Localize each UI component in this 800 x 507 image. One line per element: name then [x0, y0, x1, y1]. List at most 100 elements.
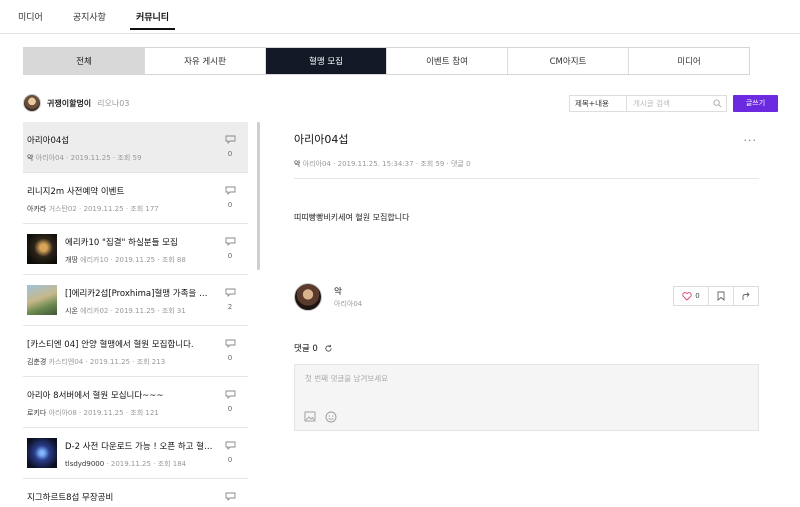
list-item[interactable]: [카스티엔 04] 안양 혈맹에서 혈원 모집합니다. 김춘경 카스티엔04 ·… — [23, 326, 248, 377]
post-views: 조회 121 — [130, 409, 159, 417]
post-views: 조회 59 — [117, 154, 142, 162]
bookmark-icon — [717, 291, 725, 301]
post-views: 조회 184 — [157, 460, 187, 468]
comment-count: 0 — [224, 441, 236, 464]
detail-views: 조회 59 — [420, 160, 445, 168]
comment-count: 0 — [224, 135, 236, 158]
comment-count: 2 — [224, 288, 236, 311]
post-actions: 0 — [673, 286, 759, 306]
post-meta: tlsdyd9000 · 2019.11.25 · 조회 184 — [65, 460, 187, 468]
tab-free-board[interactable]: 자유 게시판 — [145, 48, 266, 74]
post-title: []에리카2섭[Proxhima]혈맹 가족을 모집합니다 — [65, 289, 215, 299]
comment-header-label: 댓글 0 — [294, 344, 318, 354]
list-item[interactable]: []에리카2섭[Proxhima]혈맹 가족을 모집합니다 시온 에리카02 ·… — [23, 275, 248, 326]
heart-icon — [682, 291, 692, 301]
comment-icon — [225, 288, 235, 298]
comment-count: 0 — [224, 390, 236, 413]
post-author: 악 — [27, 154, 34, 162]
comment-count: 0 — [224, 339, 236, 362]
search-icon[interactable] — [713, 98, 722, 108]
post-server: 에리카10 — [80, 256, 109, 264]
emoji-icon[interactable] — [325, 411, 337, 423]
comment-icon — [225, 441, 235, 451]
tab-media[interactable]: 미디어 — [629, 48, 749, 74]
comment-count — [224, 492, 236, 504]
list-scrollbar[interactable] — [257, 122, 260, 270]
tab-all[interactable]: 전체 — [24, 48, 145, 74]
nav-tab-media[interactable]: 미디어 — [18, 0, 43, 33]
search-placeholder: 게시글 검색 — [633, 98, 670, 108]
comment-icon — [225, 339, 235, 349]
detail-server: 아리아04 — [302, 160, 331, 168]
write-button[interactable]: 글쓰기 — [733, 94, 778, 112]
user-avatar[interactable] — [23, 94, 41, 112]
post-title: D-2 사전 다운로드 가능 ! 오픈 하고 혈맹원 모집 — [65, 442, 215, 452]
post-author: tlsdyd9000 — [65, 460, 105, 468]
comment-input[interactable]: 첫 번째 댓글을 남겨보세요 — [294, 364, 759, 431]
post-meta: 시온 에리카02 · 2019.11.25 · 조회 31 — [65, 307, 186, 315]
nav-tab-community[interactable]: 커뮤니티 — [129, 0, 176, 33]
share-button[interactable] — [733, 286, 759, 306]
category-tabs: 전체 자유 게시판 혈맹 모집 이벤트 참여 CM아지트 미디어 — [23, 47, 750, 75]
user-bar: 귀쟁이할멍이 리오나03 제목+내용 게시글 검색 글쓰기 — [23, 94, 778, 112]
detail-author[interactable]: 악 — [294, 160, 300, 168]
comment-header: 댓글 0 — [294, 342, 759, 354]
post-meta: 악 아리아04 · 2019.11.25 · 조회 59 — [27, 154, 142, 162]
top-nav: 미디어 공지사항 커뮤니티 — [0, 0, 800, 34]
search-input[interactable]: 게시글 검색 — [627, 94, 727, 112]
post-date: 2019.11.25 — [115, 256, 156, 264]
tab-clan-recruit[interactable]: 혈맹 모집 — [266, 48, 387, 74]
more-options-icon[interactable]: ··· — [744, 134, 758, 147]
post-date: 2019.11.25 — [89, 358, 131, 366]
post-author: 시온 — [65, 307, 78, 315]
post-views: 조회 177 — [130, 205, 159, 213]
post-meta: 개땅 에리카10 · 2019.11.25 · 조회 88 — [65, 256, 186, 264]
post-author: 아카라 — [27, 205, 47, 213]
post-server: 거스탄02 — [48, 205, 77, 213]
comment-placeholder: 첫 번째 댓글을 남겨보세요 — [305, 374, 389, 383]
post-title: 아리아04섭 — [27, 136, 70, 146]
list-item[interactable]: 아리아 8서버에서 혈원 모십니다~~~ 로키다 아리아08 · 2019.11… — [23, 377, 248, 428]
author-card: 악 아리아04 0 — [294, 281, 759, 315]
comment-count: 0 — [224, 186, 236, 209]
search-scope-select[interactable]: 제목+내용 — [569, 94, 627, 112]
post-title: 아리아 8서버에서 혈원 모십니다~~~ — [27, 391, 164, 401]
post-title: 리니지2m 사전예약 이벤트 — [27, 187, 125, 197]
user-name[interactable]: 귀쟁이할멍이 — [47, 98, 91, 109]
post-meta: 아카라 거스탄02 · 2019.11.25 · 조회 177 — [27, 205, 159, 213]
post-views: 조회 31 — [161, 307, 186, 315]
post-title: 에리카10 "집결" 하실분들 모집 — [65, 238, 178, 248]
nav-tab-notice[interactable]: 공지사항 — [73, 0, 106, 33]
search-area: 제목+내용 게시글 검색 글쓰기 — [569, 94, 778, 112]
author-name[interactable]: 악 — [334, 285, 342, 297]
post-author: 김춘경 — [27, 358, 47, 366]
post-title: 지그하르트8섭 무장공비 — [27, 493, 114, 503]
comment-icon — [225, 492, 235, 502]
post-server: 아리아04 — [35, 154, 64, 162]
post-detail: 아리아04섭 ··· 악 아리아04 · 2019.11.25. 15:34:3… — [294, 122, 759, 223]
post-server: 카스티엔04 — [48, 358, 84, 366]
list-item[interactable]: D-2 사전 다운로드 가능 ! 오픈 하고 혈맹원 모집 tlsdyd9000… — [23, 428, 248, 479]
tab-cm-agit[interactable]: CM아지트 — [508, 48, 629, 74]
post-date: 2019.11.25 — [115, 307, 156, 315]
refresh-icon[interactable] — [324, 344, 333, 353]
share-icon — [742, 292, 750, 300]
list-item[interactable]: 리니지2m 사전예약 이벤트 아카라 거스탄02 · 2019.11.25 · … — [23, 173, 248, 224]
like-count: 0 — [695, 292, 700, 300]
avatar[interactable] — [294, 283, 322, 311]
comment-icon — [225, 186, 235, 196]
post-date: 2019.11.25 — [110, 460, 151, 468]
post-meta: 로키다 아리아08 · 2019.11.25 · 조회 121 — [27, 409, 159, 417]
tab-event[interactable]: 이벤트 참여 — [387, 48, 508, 74]
bookmark-button[interactable] — [708, 286, 734, 306]
post-date: 2019.11.25 — [83, 409, 124, 417]
page-title: 아리아04섭 — [294, 133, 349, 146]
author-server: 아리아04 — [334, 300, 363, 308]
comment-icon — [225, 390, 235, 400]
post-thumbnail — [27, 234, 57, 264]
like-button[interactable]: 0 — [673, 286, 709, 306]
image-icon[interactable] — [304, 411, 316, 422]
list-item[interactable]: 에리카10 "집결" 하실분들 모집 개땅 에리카10 · 2019.11.25… — [23, 224, 248, 275]
list-item[interactable]: 아리아04섭 악 아리아04 · 2019.11.25 · 조회 59 0 — [23, 122, 248, 173]
list-item[interactable]: 지그하르트8섭 무장공비 — [23, 479, 248, 507]
